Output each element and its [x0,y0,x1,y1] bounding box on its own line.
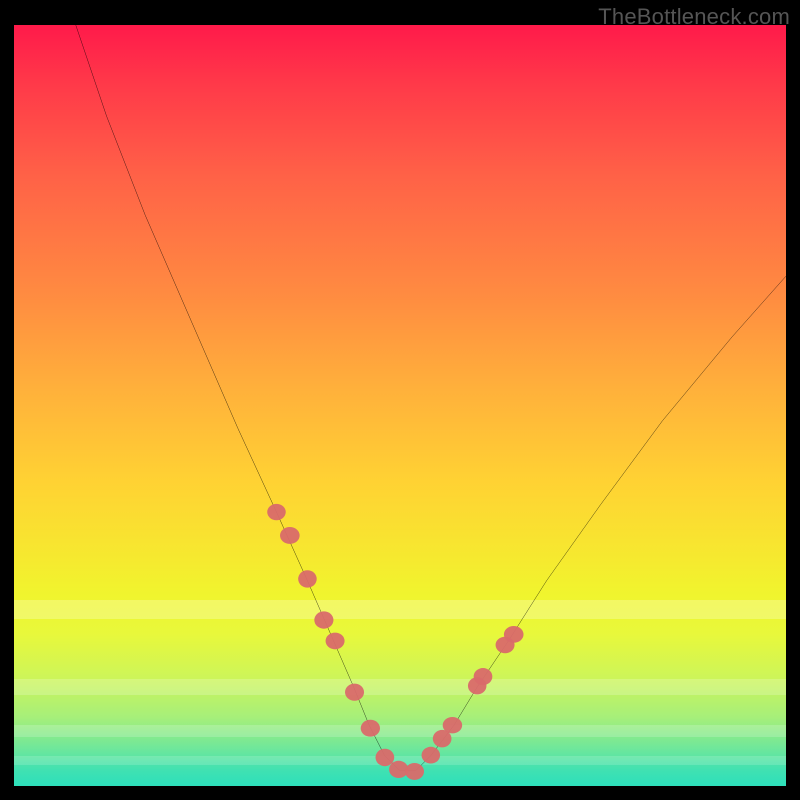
plot-area [14,25,786,786]
highlight-dots [14,25,786,786]
watermark-text: TheBottleneck.com [598,4,790,30]
chart-frame: TheBottleneck.com [0,0,800,800]
